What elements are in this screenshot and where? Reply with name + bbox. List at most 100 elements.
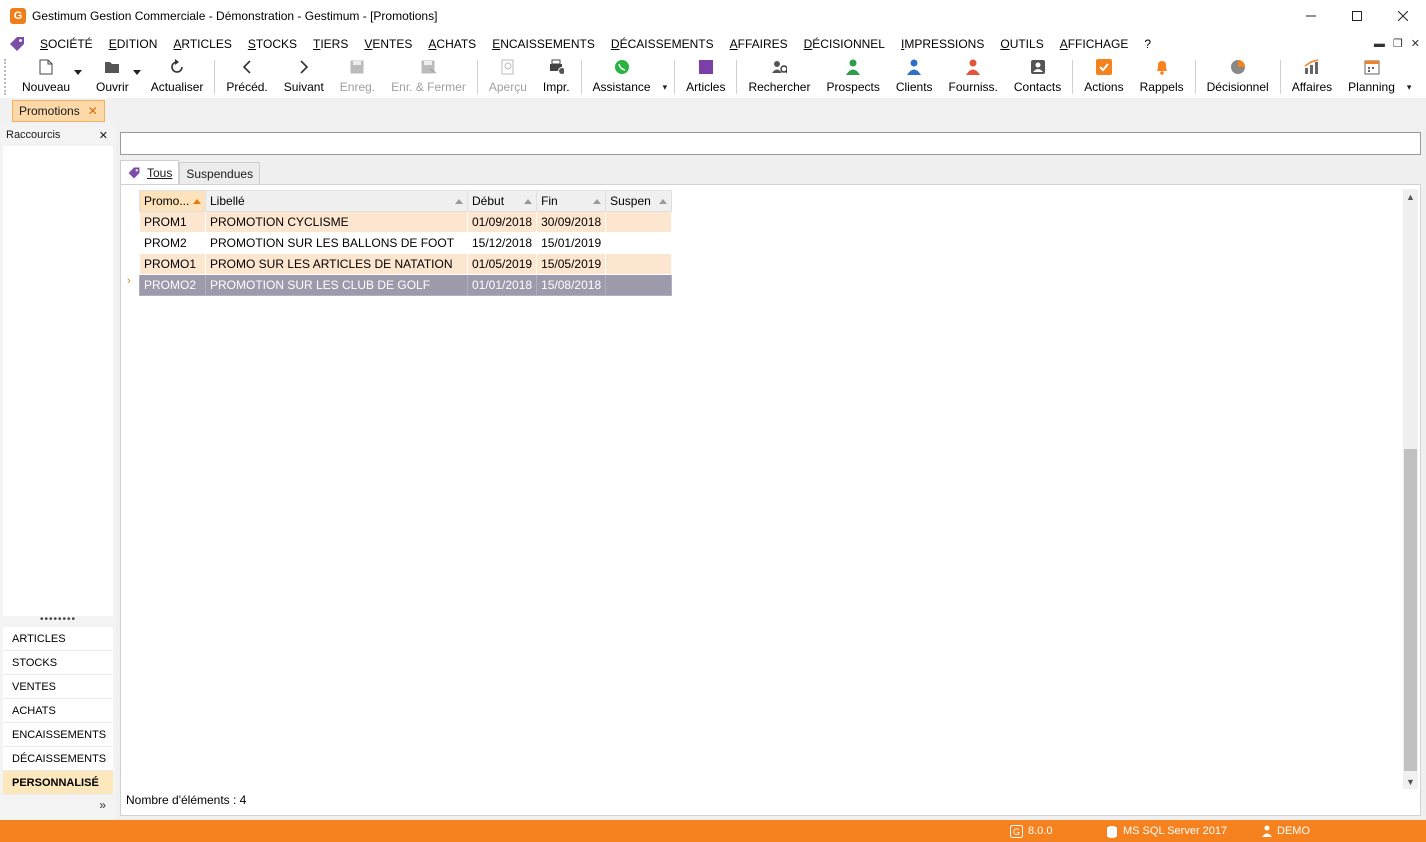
menu-edition[interactable]: EDITION: [101, 37, 166, 51]
nouveau-button[interactable]: Nouveau: [14, 56, 83, 96]
preview-icon: [501, 59, 514, 75]
menu-articles[interactable]: ARTICLES: [165, 37, 239, 51]
enregistrer-fermer-label: Enr. & Fermer: [391, 80, 466, 94]
mdi-close-icon[interactable]: ✕: [1411, 37, 1420, 50]
cell-suspendue: [605, 274, 673, 296]
menu-achats[interactable]: ACHATS: [420, 37, 484, 51]
sidebar-item-achats[interactable]: ACHATS: [3, 699, 113, 723]
prospects-label: Prospects: [826, 80, 880, 94]
tab-suspendues[interactable]: Suspendues: [179, 162, 261, 184]
minimize-button[interactable]: [1288, 0, 1334, 31]
sort-icon: [524, 199, 533, 204]
table-row-selected[interactable]: PROMO2 PROMOTION SUR LES CLUB DE GOLF 01…: [139, 274, 673, 296]
status-server: MS SQL Server 2017: [1106, 820, 1227, 842]
item-count: Nombre d'éléments : 4: [126, 793, 247, 807]
vertical-scrollbar[interactable]: ▲ ▼: [1403, 189, 1418, 789]
nouveau-dropdown-icon[interactable]: [74, 70, 83, 75]
articles-button[interactable]: Articles: [678, 56, 733, 96]
apercu-button[interactable]: Aperçu: [481, 56, 535, 96]
planning-button[interactable]: Planning: [1340, 56, 1403, 96]
maximize-icon: [1352, 10, 1362, 21]
menu-impressions[interactable]: IMPRESSIONS: [893, 37, 992, 51]
menu-affichage[interactable]: AFFICHAGE: [1052, 37, 1137, 51]
scroll-up-icon[interactable]: ▲: [1403, 189, 1418, 204]
table-row[interactable]: PROMO1 PROMO SUR LES ARTICLES DE NATATIO…: [139, 253, 673, 275]
menu-stocks[interactable]: STOCKS: [240, 37, 305, 51]
ouvrir-dropdown-icon[interactable]: [132, 70, 141, 75]
grid-container: Promo... Libellé Début Fin Suspen PROM1 …: [120, 184, 1421, 816]
toolbar-overflow-icon[interactable]: ▾: [659, 82, 672, 93]
rappels-button[interactable]: Rappels: [1132, 56, 1192, 96]
actualiser-button[interactable]: Actualiser: [143, 56, 212, 96]
clients-button[interactable]: Clients: [888, 56, 941, 96]
title-bar: G Gestimum Gestion Commerciale - Démonst…: [0, 0, 1426, 31]
supplier-person-icon: [966, 59, 981, 75]
close-window-button[interactable]: [1380, 0, 1426, 31]
column-header-libelle[interactable]: Libellé: [205, 190, 468, 212]
menu-societe[interactable]: SOCIÉTÉ: [32, 37, 101, 51]
imprimer-button[interactable]: Impr.: [535, 56, 578, 96]
promotion-tag-icon: [128, 167, 140, 178]
sidebar-panel: [3, 146, 113, 616]
menu-decaissements[interactable]: DÉCAISSEMENTS: [603, 37, 722, 51]
imprimer-label: Impr.: [542, 80, 570, 94]
doc-tab-promotions[interactable]: Promotions ✕: [12, 100, 105, 122]
sidebar-item-decaissements[interactable]: DÉCAISSEMENTS: [3, 747, 113, 771]
doc-tab-close-icon[interactable]: ✕: [88, 104, 98, 118]
tab-tous[interactable]: Tous: [120, 160, 180, 184]
sidebar-item-articles[interactable]: ARTICLES: [3, 627, 113, 651]
menu-ventes[interactable]: VENTES: [356, 37, 420, 51]
sidebar-splitter[interactable]: ••••••••: [0, 614, 116, 625]
apercu-label: Aperçu: [488, 80, 527, 94]
toolbar-grip[interactable]: [4, 59, 10, 95]
status-version: G 8.0.0: [1010, 820, 1052, 842]
search-input[interactable]: [120, 132, 1421, 155]
suivant-label: Suivant: [283, 80, 324, 94]
menu-encaissements[interactable]: ENCAISSEMENTS: [484, 37, 603, 51]
tab-tous-label: Tous: [147, 165, 173, 180]
precedent-button[interactable]: Précéd.: [218, 56, 275, 96]
column-header-promo[interactable]: Promo...: [139, 190, 206, 212]
cell-code: PROM2: [139, 232, 206, 254]
assistance-button[interactable]: Assistance: [585, 56, 659, 96]
mdi-minimize-icon[interactable]: ▬: [1374, 38, 1385, 50]
menu-bar: SOCIÉTÉ EDITION ARTICLES STOCKS TIERS VE…: [0, 31, 1426, 56]
chevron-right-icon: [300, 60, 308, 74]
cell-libelle: PROMOTION SUR LES CLUB DE GOLF: [205, 274, 468, 296]
maximize-button[interactable]: [1334, 0, 1380, 31]
sidebar-item-encaissements[interactable]: ENCAISSEMENTS: [3, 723, 113, 747]
menu-outils[interactable]: OUTILS: [992, 37, 1051, 51]
menu-affaires[interactable]: AFFAIRES: [722, 37, 796, 51]
sidebar-close-icon[interactable]: ✕: [99, 129, 108, 142]
table-row[interactable]: PROM2 PROMOTION SUR LES BALLONS DE FOOT …: [139, 232, 673, 254]
menu-tiers[interactable]: TIERS: [305, 37, 356, 51]
menu-help[interactable]: ?: [1136, 37, 1159, 51]
mdi-restore-icon[interactable]: ❐: [1393, 37, 1403, 50]
enregistrer-fermer-button[interactable]: Enr. & Fermer: [383, 56, 474, 96]
ouvrir-button[interactable]: Ouvrir: [88, 56, 141, 96]
cell-suspendue: [605, 211, 673, 233]
rechercher-button[interactable]: Rechercher: [740, 56, 818, 96]
decisionnel-button[interactable]: Décisionnel: [1199, 56, 1277, 96]
column-header-suspendue[interactable]: Suspen: [605, 190, 673, 212]
checkbox-icon: [1095, 59, 1112, 75]
sidebar-item-personnalise[interactable]: PERSONNALISÉ: [3, 771, 113, 795]
menu-decisionnel[interactable]: DÉCISIONNEL: [796, 37, 893, 51]
prospects-button[interactable]: Prospects: [818, 56, 887, 96]
enregistrer-button[interactable]: Enreg.: [332, 56, 383, 96]
fournisseurs-button[interactable]: Fourniss.: [941, 56, 1006, 96]
cell-suspendue: [605, 232, 673, 254]
sidebar-item-stocks[interactable]: STOCKS: [3, 651, 113, 675]
scrollbar-thumb[interactable]: [1404, 449, 1417, 771]
scroll-down-icon[interactable]: ▼: [1403, 774, 1418, 789]
column-header-fin[interactable]: Fin: [536, 190, 607, 212]
column-header-debut[interactable]: Début: [466, 190, 538, 212]
contacts-button[interactable]: Contacts: [1006, 56, 1069, 96]
sidebar-more-icon[interactable]: »: [99, 798, 106, 812]
actions-button[interactable]: Actions: [1076, 56, 1131, 96]
toolbar-overflow-icon-2[interactable]: ▾: [1403, 82, 1416, 93]
affaires-button[interactable]: Affaires: [1284, 56, 1340, 96]
sidebar-item-ventes[interactable]: VENTES: [3, 675, 113, 699]
suivant-button[interactable]: Suivant: [276, 56, 332, 96]
table-row[interactable]: PROM1 PROMOTION CYCLISME 01/09/2018 30/0…: [139, 211, 673, 233]
